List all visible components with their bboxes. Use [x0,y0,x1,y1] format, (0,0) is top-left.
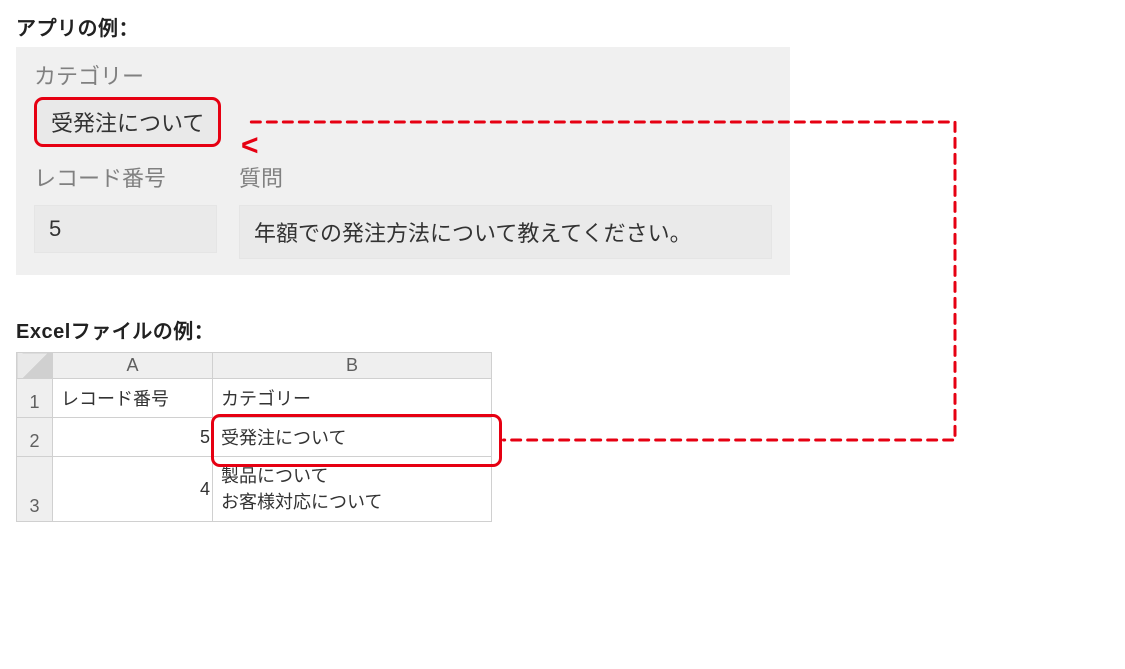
app-question-value: 年額での発注方法について教えてください。 [239,205,772,259]
table-row: 3 4 製品についてお客様対応について [17,457,492,522]
app-record-value: 5 [34,205,217,253]
excel-cell-A3[interactable]: 4 [53,457,213,522]
excel-cell-B3[interactable]: 製品についてお客様対応について [213,457,492,522]
app-record-label: レコード番号 [34,161,217,193]
excel-cell-B2[interactable]: 受発注について [213,418,492,457]
app-example-card: カテゴリー 受発注について < レコード番号 5 質問 年額での発注方法について… [16,47,790,275]
table-row: 1 レコード番号 カテゴリー [17,379,492,418]
app-category-label: カテゴリー [34,59,772,91]
excel-cell-B1[interactable]: カテゴリー [213,379,492,418]
excel-col-header-B[interactable]: B [213,353,492,379]
excel-col-header-A[interactable]: A [53,353,213,379]
app-category-value-highlighted: 受発注について [34,97,221,147]
app-question-label: 質問 [239,161,772,193]
excel-table: A B 1 レコード番号 カテゴリー 2 5 受発注について 3 4 製品につい… [16,352,492,522]
arrow-head-icon: < [241,131,259,161]
table-row: 2 5 受発注について [17,418,492,457]
excel-cell-A1[interactable]: レコード番号 [53,379,213,418]
excel-row-header-2[interactable]: 2 [17,418,53,457]
excel-table-wrap: A B 1 レコード番号 カテゴリー 2 5 受発注について 3 4 製品につい… [16,352,491,522]
excel-select-all-corner[interactable] [17,353,53,379]
excel-row-header-1[interactable]: 1 [17,379,53,418]
heading-app-example: アプリの例： [16,12,1109,41]
excel-row-header-3[interactable]: 3 [17,457,53,522]
excel-cell-A2[interactable]: 5 [53,418,213,457]
heading-excel-example: Excelファイルの例： [16,315,1109,344]
